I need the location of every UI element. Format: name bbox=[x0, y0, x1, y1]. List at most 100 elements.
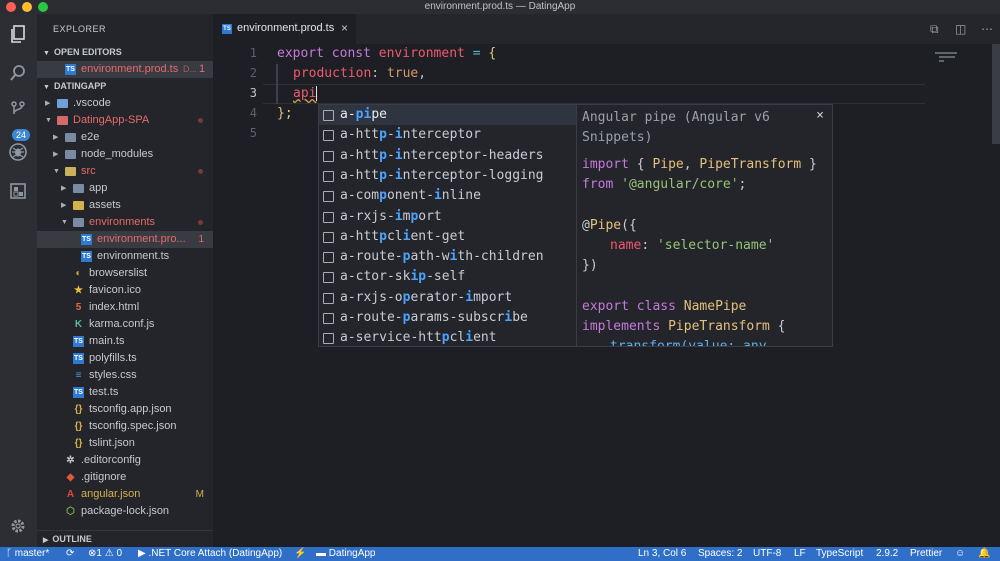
tab-environment-prod[interactable]: TS environment.prod.ts × bbox=[213, 14, 356, 44]
tab-bar: TS environment.prod.ts × ⧉ ◫ ⋯ bbox=[213, 14, 1000, 44]
line-number: 1 bbox=[249, 46, 257, 60]
suggestion-item[interactable]: a-httpclient-get bbox=[319, 227, 576, 247]
snippet-icon bbox=[323, 333, 334, 345]
encoding-status[interactable]: UTF-8 bbox=[753, 547, 781, 561]
tree-item-label: .gitignore bbox=[81, 471, 127, 483]
formatter-status[interactable]: Prettier bbox=[910, 547, 942, 561]
minimap[interactable] bbox=[925, 44, 1000, 547]
code-text[interactable]: export const environment = { production:… bbox=[277, 44, 496, 134]
snippet-icon bbox=[323, 110, 334, 121]
tree-file[interactable]: TS environment.ts bbox=[37, 248, 213, 265]
close-icon[interactable]: × bbox=[341, 21, 348, 35]
tree-folder[interactable]: ▶ app bbox=[37, 180, 213, 197]
split-editor-icon[interactable]: ◫ bbox=[955, 22, 966, 36]
more-actions-icon[interactable]: ⋯ bbox=[981, 22, 993, 36]
folder-icon bbox=[73, 218, 84, 227]
tree-folder[interactable]: ▶ node_modules bbox=[37, 146, 213, 163]
tree-file[interactable]: TS test.ts bbox=[37, 384, 213, 401]
explorer-sidebar: EXPLORER ▼ OPEN EDITORS TS environment.pr… bbox=[37, 14, 213, 547]
line-number: 3 bbox=[249, 86, 257, 100]
open-changes-icon[interactable]: ⧉ bbox=[930, 22, 939, 37]
close-window-button[interactable] bbox=[6, 2, 16, 12]
boolean: true bbox=[386, 66, 419, 81]
suggestion-item[interactable]: a-service-httpclient bbox=[319, 328, 576, 348]
tree-file[interactable]: TS environment.pro... 1 bbox=[37, 231, 213, 248]
tree-file[interactable]: TS polyfills.ts bbox=[37, 350, 213, 367]
tree-file[interactable]: TS main.ts bbox=[37, 333, 213, 350]
tree-file[interactable]: ✲ .editorconfig bbox=[37, 452, 213, 469]
outline-section[interactable]: ▶ OUTLINE bbox=[37, 530, 213, 547]
suggestion-item[interactable]: a-pipe bbox=[319, 105, 576, 126]
tree-folder[interactable]: ▶ e2e bbox=[37, 129, 213, 146]
tree-file[interactable]: ★ favicon.ico bbox=[37, 282, 213, 299]
debug-icon[interactable] bbox=[8, 142, 28, 162]
tree-file[interactable]: {} tsconfig.app.json bbox=[37, 401, 213, 418]
tree-file[interactable]: ⬡ package-lock.json bbox=[37, 503, 213, 520]
project-section[interactable]: ▼ DATINGAPP bbox=[37, 78, 106, 95]
tree-file[interactable]: {} tsconfig.spec.json bbox=[37, 418, 213, 435]
tree-item-label: polyfills.ts bbox=[89, 352, 137, 364]
suggestion-item[interactable]: a-component-inline bbox=[319, 186, 576, 206]
debug-config-status[interactable]: ▶ .NET Core Attach (DatingApp) bbox=[138, 547, 282, 561]
open-editors-section[interactable]: ▼ OPEN EDITORS bbox=[37, 44, 213, 61]
bolt-icon: ⚡ bbox=[294, 548, 307, 559]
minimize-window-button[interactable] bbox=[22, 2, 32, 12]
tree-folder[interactable]: ▶ .vscode bbox=[37, 95, 213, 112]
tree-file[interactable]: {} tslint.json bbox=[37, 435, 213, 452]
scrollbar[interactable] bbox=[992, 44, 1000, 144]
suggestion-item[interactable]: a-http-interceptor-logging bbox=[319, 166, 576, 186]
settings-icon[interactable] bbox=[8, 517, 28, 537]
tree-item-label: karma.conf.js bbox=[89, 318, 155, 330]
typescript-file-icon: TS bbox=[81, 251, 92, 262]
folder-status[interactable]: ▬ DatingApp bbox=[316, 547, 375, 561]
tree-folder[interactable]: ▼ environments bbox=[37, 214, 213, 231]
tree-file[interactable]: ◐ browserslist bbox=[37, 265, 213, 282]
suggestion-item[interactable]: a-http-interceptor bbox=[319, 125, 576, 145]
problems-status[interactable]: ⊗1 ⚠ 0 bbox=[88, 547, 122, 561]
suggestion-item[interactable]: a-http-interceptor-headers bbox=[319, 146, 576, 166]
tree-item-label: src bbox=[81, 165, 96, 177]
suggestion-detail-title: Angular pipe (Angular v6 Snippets) bbox=[582, 110, 770, 145]
tree-file[interactable]: ◆ .gitignore bbox=[37, 469, 213, 486]
tab-label: environment.prod.ts bbox=[237, 22, 335, 34]
cursor-position[interactable]: Ln 3, Col 6 bbox=[638, 547, 686, 561]
source-control-icon[interactable] bbox=[8, 100, 28, 120]
suggestion-item[interactable]: a-rxjs-import bbox=[319, 207, 576, 227]
typescript-file-icon: TS bbox=[81, 234, 92, 245]
close-icon[interactable]: × bbox=[816, 108, 824, 123]
tree-item-label: assets bbox=[89, 199, 121, 211]
tree-file[interactable]: ≡ styles.css bbox=[37, 367, 213, 384]
tree-file[interactable]: 5 index.html bbox=[37, 299, 213, 316]
suggestion-label: a-ctor-skip-self bbox=[340, 269, 466, 285]
folder-icon bbox=[65, 133, 76, 142]
maximize-window-button[interactable] bbox=[38, 2, 48, 12]
file-type-icon: {} bbox=[74, 404, 83, 415]
eol-status[interactable]: LF bbox=[794, 547, 806, 561]
chevron-down-icon: ▼ bbox=[53, 168, 60, 175]
tree-item-label: tslint.json bbox=[89, 437, 135, 449]
tree-item-label: test.ts bbox=[89, 386, 119, 398]
extensions-icon[interactable] bbox=[8, 182, 28, 202]
notifications-icon[interactable]: 🔔 bbox=[978, 547, 990, 561]
tree-file[interactable]: Kkarma.conf.js bbox=[37, 316, 213, 333]
chevron-down-icon: ▼ bbox=[61, 219, 68, 226]
code-line-1: export const environment = { bbox=[277, 44, 496, 64]
tree-file[interactable]: Aangular.json M bbox=[37, 486, 213, 503]
tree-folder[interactable]: ▼ src bbox=[37, 163, 213, 180]
feedback-icon[interactable]: ☺ bbox=[955, 547, 965, 561]
sync-icon[interactable]: ⟳ bbox=[66, 547, 74, 561]
tree-folder[interactable]: ▼ DatingApp-SPA bbox=[37, 112, 213, 129]
language-status[interactable]: TypeScript bbox=[816, 547, 863, 561]
ts-version-status[interactable]: 2.9.2 bbox=[876, 547, 898, 561]
branch-status[interactable]: ᚴ master* bbox=[6, 547, 49, 561]
search-icon[interactable] bbox=[8, 64, 28, 84]
open-editor-item[interactable]: TS environment.prod.ts D... 1 bbox=[37, 61, 213, 78]
suggestion-item[interactable]: a-ctor-skip-self bbox=[319, 267, 576, 287]
suggestion-item[interactable]: a-rxjs-operator-import bbox=[319, 288, 576, 308]
suggestion-item[interactable]: a-route-params-subscribe bbox=[319, 308, 576, 328]
files-icon[interactable] bbox=[8, 24, 28, 44]
file-type-icon: K bbox=[74, 319, 83, 330]
suggestion-item[interactable]: a-route-path-with-children bbox=[319, 247, 576, 267]
indentation-status[interactable]: Spaces: 2 bbox=[698, 547, 742, 561]
tree-folder[interactable]: ▶ assets bbox=[37, 197, 213, 214]
